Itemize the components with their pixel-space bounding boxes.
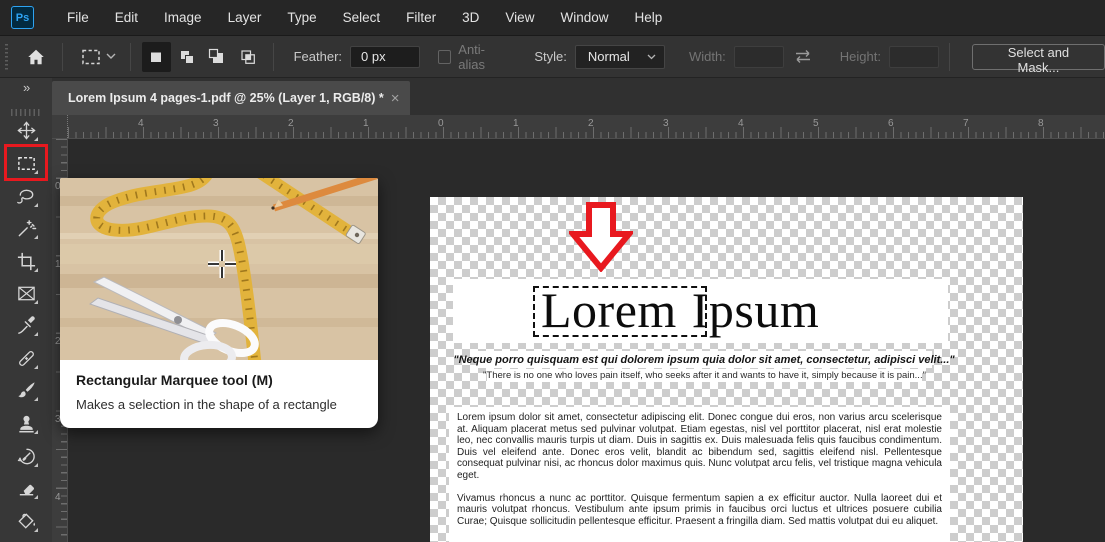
separator	[272, 42, 274, 71]
move-icon	[17, 121, 35, 139]
ruler-origin-corner	[52, 115, 68, 138]
home-icon	[28, 49, 44, 64]
document-tab-bar: Lorem Ipsum 4 pages-1.pdf @ 25% (Layer 1…	[52, 78, 1105, 115]
menu-type[interactable]: Type	[274, 10, 329, 25]
menu-window[interactable]: Window	[547, 10, 621, 25]
anti-alias-control[interactable]: Anti-alias	[438, 42, 508, 72]
anti-alias-checkbox[interactable]	[438, 49, 452, 64]
body-text-band: Lorem ipsum dolor sit amet, consectetur …	[449, 407, 950, 542]
chevron-down-icon	[647, 54, 656, 59]
chevron-down-icon	[106, 53, 116, 59]
style-value: Normal	[587, 49, 630, 64]
selection-marquee	[533, 286, 707, 337]
move-tool[interactable]	[14, 118, 38, 142]
document-page[interactable]: Lorem Ipsum "Neque porro quisquam est qui…	[430, 197, 1023, 542]
collapse-panel-icon[interactable]: »	[23, 80, 30, 95]
eraser-icon	[19, 484, 34, 495]
spot-healing-brush-tool[interactable]	[14, 346, 38, 370]
options-bar-grip[interactable]	[5, 43, 8, 70]
paint-bucket-icon	[17, 512, 35, 529]
intersect-selection-icon	[240, 49, 255, 64]
width-label: Width:	[688, 49, 726, 64]
photoshop-logo-icon: Ps	[11, 6, 34, 29]
new-selection-mode-button[interactable]	[142, 41, 171, 72]
crop-tool[interactable]	[14, 249, 38, 273]
menu-select[interactable]: Select	[330, 10, 394, 25]
lasso-icon	[16, 189, 33, 204]
tooltip-text: Rectangular Marquee tool (M) Makes a sel…	[60, 360, 378, 428]
anti-alias-label: Anti-alias	[458, 41, 486, 72]
app-window: Ps File Edit Image Layer Type Select Fil…	[0, 0, 1105, 542]
height-label: Height:	[839, 49, 881, 64]
paragraph: Lorem ipsum dolor sit amet, consectetur …	[457, 412, 942, 481]
tooltip-description: Makes a selection in the shape of a rect…	[76, 397, 337, 412]
eraser-tool[interactable]	[14, 476, 38, 500]
menu-bar: Ps File Edit Image Layer Type Select Fil…	[0, 0, 1105, 36]
menu-3d[interactable]: 3D	[449, 10, 492, 25]
menu-edit[interactable]: Edit	[102, 10, 151, 25]
quote-line-translation: "There is no one who loves pain itself, …	[483, 369, 926, 382]
clone-stamp-tool[interactable]	[14, 411, 38, 435]
magic-wand-tool[interactable]	[14, 216, 38, 240]
add-to-selection-icon	[180, 50, 194, 64]
gradient-tool[interactable]	[14, 509, 38, 533]
history-brush-tool[interactable]	[14, 444, 38, 468]
document-tab[interactable]: Lorem Ipsum 4 pages-1.pdf @ 25% (Layer 1…	[52, 81, 410, 115]
swap-arrows-icon	[795, 50, 810, 63]
quote-line-italic: "Neque porro quisquam est qui dolorem ip…	[453, 351, 955, 368]
feather-input[interactable]	[350, 45, 421, 68]
tool-preset-button[interactable]	[77, 42, 120, 72]
subtract-from-selection-mode-button[interactable]	[203, 42, 231, 72]
toolbar-grip[interactable]	[11, 109, 41, 116]
brush-tool[interactable]	[14, 378, 38, 402]
separator	[61, 42, 63, 71]
menu-view[interactable]: View	[492, 10, 547, 25]
intersect-selection-mode-button[interactable]	[233, 42, 261, 72]
frame-icon	[17, 286, 35, 300]
magic-wand-icon	[18, 219, 36, 236]
tool-tooltip: Rectangular Marquee tool (M) Makes a sel…	[60, 178, 378, 428]
new-selection-icon	[151, 52, 162, 62]
swap-width-height-button[interactable]	[793, 49, 813, 64]
home-button[interactable]	[20, 42, 52, 72]
heading-band: Lorem Ipsum	[453, 279, 948, 343]
clone-stamp-icon	[18, 415, 34, 432]
document-tab-title: Lorem Ipsum 4 pages-1.pdf @ 25% (Layer 1…	[68, 91, 384, 105]
crop-icon	[17, 252, 35, 270]
tooltip-title: Rectangular Marquee tool (M)	[76, 372, 273, 388]
red-arrow-annotation	[569, 202, 633, 272]
lasso-tool[interactable]	[14, 184, 38, 208]
menu-layer[interactable]: Layer	[215, 10, 275, 25]
menu-image[interactable]: Image	[151, 10, 215, 25]
menu-help[interactable]: Help	[621, 10, 675, 25]
close-tab-icon[interactable]: ×	[391, 90, 400, 107]
marquee-preset-icon	[82, 49, 100, 64]
eyedropper-tool[interactable]	[14, 313, 38, 337]
options-bar: Feather: Anti-alias Style: Normal Width:…	[0, 36, 1105, 78]
tool-preview-image	[60, 178, 378, 360]
width-input[interactable]	[733, 45, 784, 68]
feather-label: Feather:	[293, 49, 343, 64]
healing-brush-icon	[18, 350, 34, 366]
frame-tool[interactable]	[14, 281, 38, 305]
separator	[130, 42, 132, 71]
select-and-mask-button[interactable]: Select and Mask...	[971, 43, 1105, 75]
eyedropper-icon	[17, 315, 35, 334]
subtract-from-selection-icon	[209, 48, 224, 63]
brush-icon	[17, 381, 35, 397]
style-dropdown[interactable]: Normal	[574, 44, 665, 69]
paragraph: Vivamus rhoncus a nunc ac porttitor. Qui…	[457, 492, 942, 527]
tool-bar: »	[0, 78, 52, 542]
menu-file[interactable]: File	[54, 10, 102, 25]
menu-filter[interactable]: Filter	[393, 10, 449, 25]
history-brush-icon	[17, 448, 35, 464]
height-input[interactable]	[888, 45, 939, 68]
add-to-selection-mode-button[interactable]	[173, 42, 201, 72]
horizontal-ruler: 4 3 2 1 0 1 2 3 4 5 6 7 8	[52, 115, 1105, 139]
separator	[948, 42, 950, 71]
style-label: Style:	[534, 49, 567, 64]
active-tool-highlight	[4, 144, 48, 181]
